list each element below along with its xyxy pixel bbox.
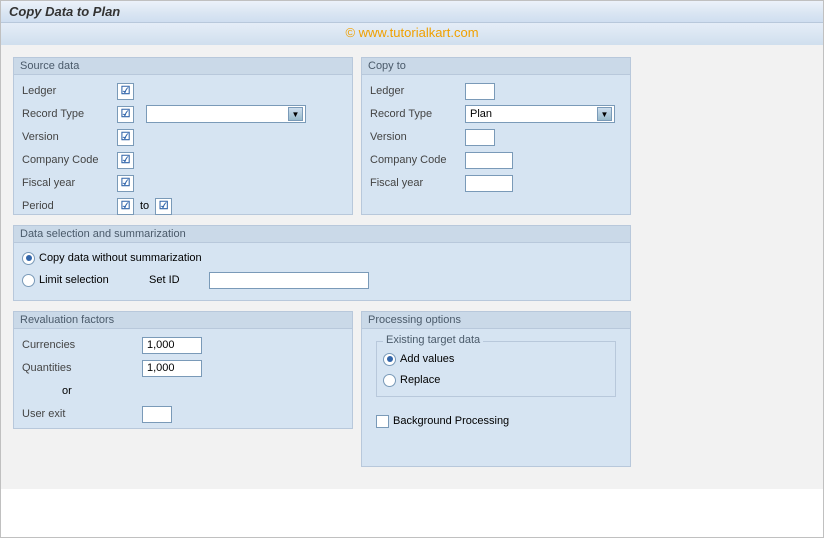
label-source-fiscal-year: Fiscal year	[22, 177, 117, 189]
radio-copy-without-summarization[interactable]	[22, 252, 35, 265]
chevron-down-icon: ▼	[597, 107, 612, 121]
input-quantities[interactable]: 1,000	[142, 360, 202, 377]
label-user-exit: User exit	[22, 408, 142, 420]
label-or: or	[62, 385, 72, 397]
radio-add-values[interactable]	[383, 353, 396, 366]
label-copyto-record-type: Record Type	[370, 108, 465, 120]
input-copyto-version[interactable]	[465, 129, 495, 146]
input-source-company-code[interactable]: ☑	[117, 152, 134, 169]
input-source-version[interactable]: ☑	[117, 129, 134, 146]
label-background-processing: Background Processing	[393, 415, 509, 427]
panel-title-datasel: Data selection and summarization	[14, 226, 630, 243]
panel-revaluation-factors: Revaluation factors Currencies 1,000 Qua…	[13, 311, 353, 429]
label-copyto-company-code: Company Code	[370, 154, 465, 166]
group-existing-target-data: Existing target data Add values Replace	[376, 341, 616, 397]
label-source-record-type: Record Type	[22, 108, 117, 120]
label-limit-selection: Limit selection	[39, 274, 149, 286]
main-content: Source data Ledger ☑ Record Type ☑ ▼ Ver	[1, 45, 823, 489]
label-copyto-ledger: Ledger	[370, 85, 465, 97]
label-currencies: Currencies	[22, 339, 142, 351]
label-replace: Replace	[400, 374, 440, 386]
dropdown-source-record-type[interactable]: ▼	[146, 105, 306, 123]
input-source-ledger[interactable]: ☑	[117, 83, 134, 100]
label-copyto-fiscal-year: Fiscal year	[370, 177, 465, 189]
radio-limit-selection[interactable]	[22, 274, 35, 287]
input-copyto-company-code[interactable]	[465, 152, 513, 169]
radio-replace[interactable]	[383, 374, 396, 387]
input-user-exit[interactable]	[142, 406, 172, 423]
label-add-values: Add values	[400, 353, 454, 365]
label-set-id: Set ID	[149, 274, 209, 286]
label-source-period: Period	[22, 200, 117, 212]
watermark: © www.tutorialkart.com	[1, 23, 823, 45]
label-source-ledger: Ledger	[22, 85, 117, 97]
dropdown-copyto-value: Plan	[470, 108, 492, 120]
group-title-existing-target: Existing target data	[383, 334, 483, 346]
panel-data-selection: Data selection and summarization Copy da…	[13, 225, 631, 301]
input-source-period-to[interactable]: ☑	[155, 198, 172, 215]
panel-copy-to: Copy to Ledger Record Type Plan ▼ Versio…	[361, 57, 631, 215]
label-period-to: to	[140, 200, 149, 212]
panel-processing-options: Processing options Existing target data …	[361, 311, 631, 467]
dropdown-copyto-record-type[interactable]: Plan ▼	[465, 105, 615, 123]
label-source-version: Version	[22, 131, 117, 143]
input-copyto-fiscal-year[interactable]	[465, 175, 513, 192]
input-currencies[interactable]: 1,000	[142, 337, 202, 354]
input-copyto-ledger[interactable]	[465, 83, 495, 100]
window-title: Copy Data to Plan	[1, 1, 823, 23]
panel-title-reval: Revaluation factors	[14, 312, 352, 329]
checkbox-background-processing[interactable]	[376, 415, 389, 428]
label-copyto-version: Version	[370, 131, 465, 143]
panel-title-procopt: Processing options	[362, 312, 630, 329]
input-source-fiscal-year[interactable]: ☑	[117, 175, 134, 192]
input-source-record-type-check[interactable]: ☑	[117, 106, 134, 123]
label-quantities: Quantities	[22, 362, 142, 374]
panel-title-source: Source data	[14, 58, 352, 75]
input-source-period-from[interactable]: ☑	[117, 198, 134, 215]
input-set-id[interactable]	[209, 272, 369, 289]
panel-title-copyto: Copy to	[362, 58, 630, 75]
panel-source-data: Source data Ledger ☑ Record Type ☑ ▼ Ver	[13, 57, 353, 215]
label-source-company-code: Company Code	[22, 154, 117, 166]
label-copy-without-summ: Copy data without summarization	[39, 252, 202, 264]
chevron-down-icon: ▼	[288, 107, 303, 121]
